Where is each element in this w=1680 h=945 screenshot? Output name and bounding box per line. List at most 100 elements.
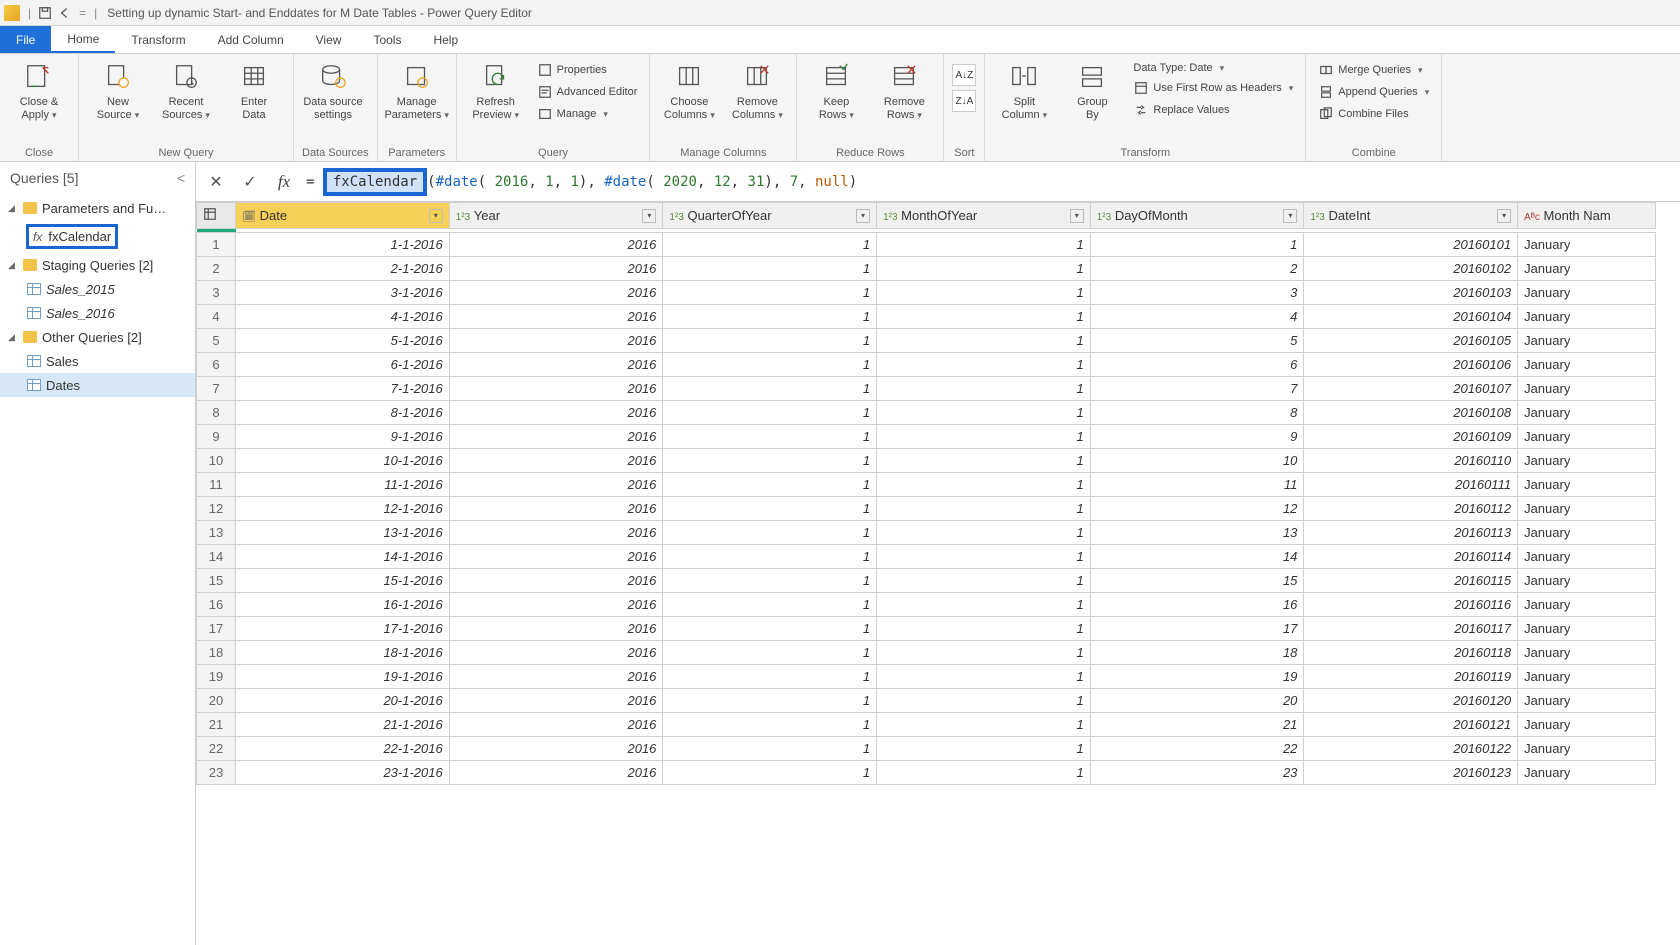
- cell-quarter[interactable]: 1: [663, 281, 877, 305]
- col-header-year[interactable]: 1²3 Year▾: [449, 203, 663, 229]
- table-row[interactable]: 1212-1-20162016111220160112January: [197, 497, 1656, 521]
- cell-day[interactable]: 13: [1090, 521, 1304, 545]
- cell-date[interactable]: 15-1-2016: [236, 569, 450, 593]
- cell-monthname[interactable]: January: [1518, 473, 1656, 497]
- row-number[interactable]: 13: [197, 521, 236, 545]
- cell-dateint[interactable]: 20160123: [1304, 761, 1518, 785]
- tab-tools[interactable]: Tools: [357, 26, 417, 53]
- cell-month[interactable]: 1: [877, 449, 1091, 473]
- cell-year[interactable]: 2016: [449, 497, 663, 521]
- cell-month[interactable]: 1: [877, 665, 1091, 689]
- cell-date[interactable]: 18-1-2016: [236, 641, 450, 665]
- manage-button[interactable]: Manage: [533, 104, 642, 124]
- table-row[interactable]: 2323-1-20162016112320160123January: [197, 761, 1656, 785]
- cell-monthname[interactable]: January: [1518, 617, 1656, 641]
- table-row[interactable]: 2121-1-20162016112120160121January: [197, 713, 1656, 737]
- cell-monthname[interactable]: January: [1518, 377, 1656, 401]
- row-number[interactable]: 6: [197, 353, 236, 377]
- table-row[interactable]: 55-1-2016201611520160105January: [197, 329, 1656, 353]
- tab-transform[interactable]: Transform: [115, 26, 201, 53]
- cell-year[interactable]: 2016: [449, 737, 663, 761]
- cell-month[interactable]: 1: [877, 689, 1091, 713]
- tab-file[interactable]: File: [0, 26, 51, 53]
- cell-dateint[interactable]: 20160110: [1304, 449, 1518, 473]
- cell-quarter[interactable]: 1: [663, 737, 877, 761]
- row-number[interactable]: 23: [197, 761, 236, 785]
- cell-dateint[interactable]: 20160115: [1304, 569, 1518, 593]
- cell-monthname[interactable]: January: [1518, 281, 1656, 305]
- cell-date[interactable]: 23-1-2016: [236, 761, 450, 785]
- tab-view[interactable]: View: [300, 26, 358, 53]
- cell-monthname[interactable]: January: [1518, 329, 1656, 353]
- append-queries-button[interactable]: Append Queries: [1314, 82, 1433, 102]
- cell-month[interactable]: 1: [877, 353, 1091, 377]
- filter-dropdown-icon[interactable]: ▾: [642, 209, 656, 223]
- save-icon[interactable]: [37, 5, 53, 21]
- cell-year[interactable]: 2016: [449, 473, 663, 497]
- col-header-quarter[interactable]: 1²3 QuarterOfYear▾: [663, 203, 877, 229]
- collapse-sidebar-icon[interactable]: <: [177, 170, 185, 186]
- row-number[interactable]: 12: [197, 497, 236, 521]
- cell-day[interactable]: 6: [1090, 353, 1304, 377]
- cell-date[interactable]: 14-1-2016: [236, 545, 450, 569]
- cell-dateint[interactable]: 20160108: [1304, 401, 1518, 425]
- cell-quarter[interactable]: 1: [663, 521, 877, 545]
- col-header-monthname[interactable]: Aᴮc Month Nam: [1518, 203, 1656, 229]
- cell-day[interactable]: 21: [1090, 713, 1304, 737]
- cell-quarter[interactable]: 1: [663, 305, 877, 329]
- cell-year[interactable]: 2016: [449, 617, 663, 641]
- cell-date[interactable]: 4-1-2016: [236, 305, 450, 329]
- cell-year[interactable]: 2016: [449, 641, 663, 665]
- row-number[interactable]: 14: [197, 545, 236, 569]
- cell-dateint[interactable]: 20160105: [1304, 329, 1518, 353]
- cell-month[interactable]: 1: [877, 497, 1091, 521]
- row-number[interactable]: 19: [197, 665, 236, 689]
- table-row[interactable]: 1818-1-20162016111820160118January: [197, 641, 1656, 665]
- cell-year[interactable]: 2016: [449, 401, 663, 425]
- tree-item-sales-2016[interactable]: Sales_2016: [0, 301, 195, 325]
- combine-files-button[interactable]: Combine Files: [1314, 104, 1433, 124]
- cell-day[interactable]: 4: [1090, 305, 1304, 329]
- row-number[interactable]: 17: [197, 617, 236, 641]
- cell-quarter[interactable]: 1: [663, 689, 877, 713]
- row-number[interactable]: 10: [197, 449, 236, 473]
- cell-monthname[interactable]: January: [1518, 593, 1656, 617]
- cell-month[interactable]: 1: [877, 425, 1091, 449]
- cell-date[interactable]: 1-1-2016: [236, 233, 450, 257]
- table-row[interactable]: 66-1-2016201611620160106January: [197, 353, 1656, 377]
- cell-monthname[interactable]: January: [1518, 257, 1656, 281]
- cell-date[interactable]: 20-1-2016: [236, 689, 450, 713]
- cell-dateint[interactable]: 20160112: [1304, 497, 1518, 521]
- manage-parameters-button[interactable]: ManageParameters: [386, 58, 448, 122]
- cell-day[interactable]: 5: [1090, 329, 1304, 353]
- row-number[interactable]: 2: [197, 257, 236, 281]
- cell-dateint[interactable]: 20160114: [1304, 545, 1518, 569]
- cell-year[interactable]: 2016: [449, 233, 663, 257]
- table-row[interactable]: 1919-1-20162016111920160119January: [197, 665, 1656, 689]
- cell-dateint[interactable]: 20160103: [1304, 281, 1518, 305]
- cell-day[interactable]: 17: [1090, 617, 1304, 641]
- filter-dropdown-icon[interactable]: ▾: [856, 209, 870, 223]
- table-row[interactable]: 1111-1-20162016111120160111January: [197, 473, 1656, 497]
- sort-asc-button[interactable]: A↓Z: [952, 64, 976, 86]
- cell-monthname[interactable]: January: [1518, 449, 1656, 473]
- cell-date[interactable]: 8-1-2016: [236, 401, 450, 425]
- cell-quarter[interactable]: 1: [663, 497, 877, 521]
- cell-day[interactable]: 14: [1090, 545, 1304, 569]
- cell-dateint[interactable]: 20160101: [1304, 233, 1518, 257]
- cell-monthname[interactable]: January: [1518, 737, 1656, 761]
- cell-dateint[interactable]: 20160120: [1304, 689, 1518, 713]
- tab-home[interactable]: Home: [51, 26, 115, 53]
- table-row[interactable]: 1515-1-20162016111520160115January: [197, 569, 1656, 593]
- cell-day[interactable]: 3: [1090, 281, 1304, 305]
- cell-quarter[interactable]: 1: [663, 617, 877, 641]
- properties-button[interactable]: Properties: [533, 60, 642, 80]
- table-row[interactable]: 1313-1-20162016111320160113January: [197, 521, 1656, 545]
- tree-item-sales-2015[interactable]: Sales_2015: [0, 277, 195, 301]
- cell-dateint[interactable]: 20160109: [1304, 425, 1518, 449]
- cell-date[interactable]: 22-1-2016: [236, 737, 450, 761]
- cell-month[interactable]: 1: [877, 281, 1091, 305]
- cell-date[interactable]: 6-1-2016: [236, 353, 450, 377]
- cell-dateint[interactable]: 20160111: [1304, 473, 1518, 497]
- first-row-headers-button[interactable]: Use First Row as Headers: [1129, 78, 1297, 98]
